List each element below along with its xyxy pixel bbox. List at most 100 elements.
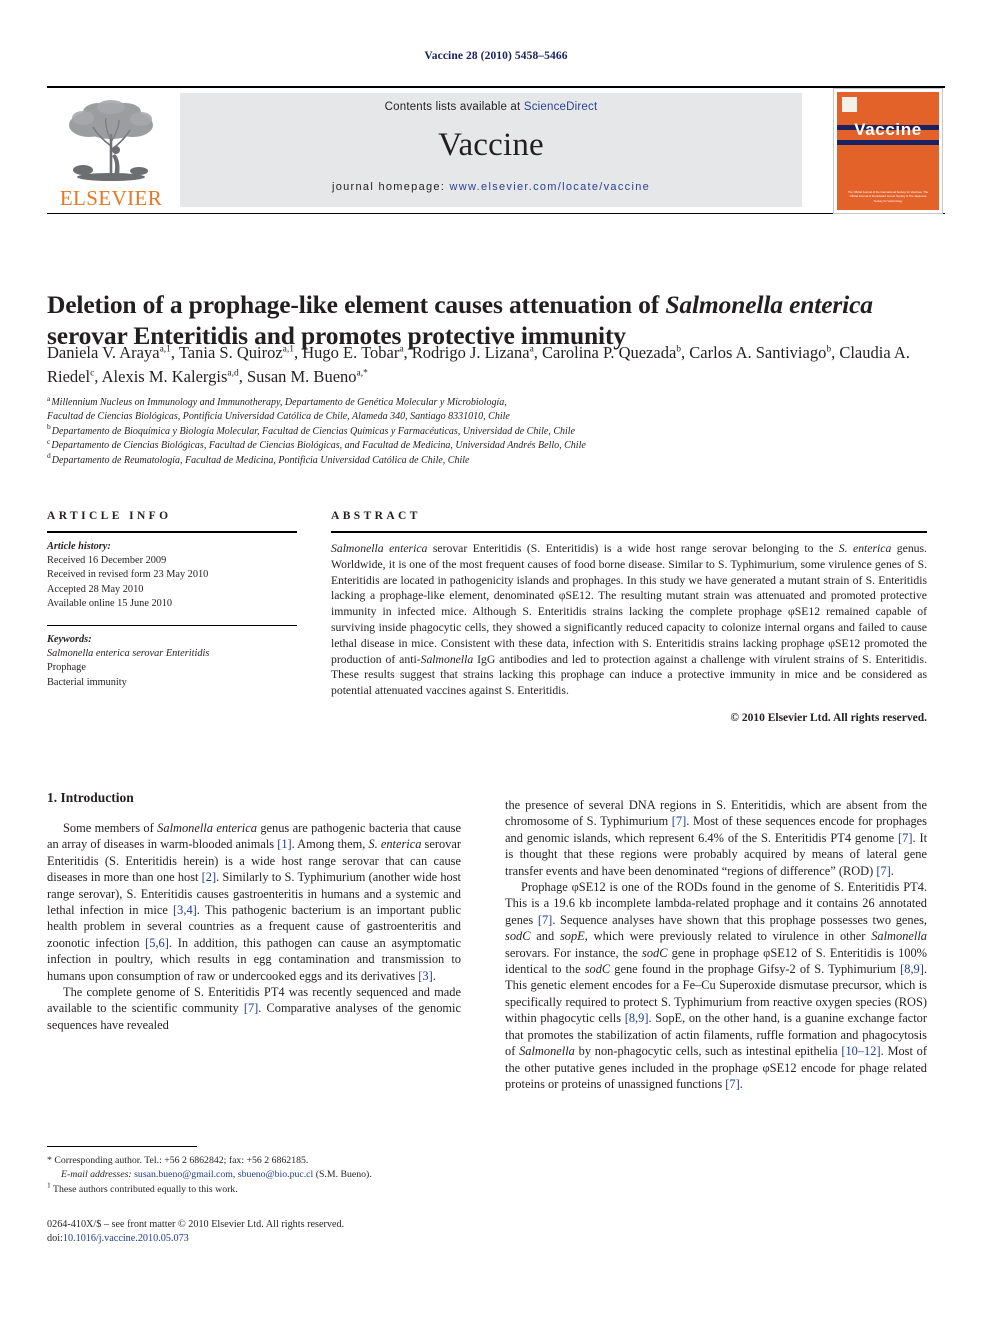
- copyright-line: © 2010 Elsevier Ltd. All rights reserved…: [730, 711, 927, 724]
- affiliation-text: Departamento de Reumatología, Facultad d…: [51, 454, 470, 466]
- affiliation-text: Departamento de Bioquímica y Biología Mo…: [51, 425, 575, 437]
- colophon: 0264-410X/$ – see front matter © 2010 El…: [47, 1218, 461, 1246]
- history-item: Accepted 28 May 2010: [47, 583, 144, 595]
- author-name: Carlos A. Santiviago: [689, 343, 827, 362]
- journal-homepage-link[interactable]: www.elsevier.com/locate/vaccine: [450, 181, 650, 193]
- footnote-mark: 1: [47, 1180, 51, 1190]
- keywords-rule: [47, 625, 297, 627]
- affiliation-item: dDepartamento de Reumatología, Facultad …: [47, 452, 937, 468]
- elsevier-tree-icon: [69, 100, 153, 181]
- history-item: Received 16 December 2009: [47, 555, 167, 567]
- masthead-bottom-rule: [47, 213, 945, 214]
- affiliation-item: cDepartamento de Ciencias Biológicas, Fa…: [47, 438, 937, 453]
- corresponding-author-text: Corresponding author. Tel.: +56 2 686284…: [54, 1155, 309, 1166]
- section-heading-introduction: 1. Introduction: [47, 790, 134, 805]
- keyword-item: Prophage: [47, 662, 86, 674]
- author-affiliation-mark: a,d: [227, 368, 239, 379]
- abstract-text: Salmonella enterica serovar Enteritidis …: [331, 542, 927, 698]
- author-affiliation-mark: a,1: [159, 344, 171, 355]
- keywords-label: Keywords:: [47, 634, 92, 646]
- keyword-text: Salmonella enterica serovar Enteritidis: [47, 648, 210, 660]
- title-part-1: Deletion of a prophage-like element caus…: [47, 290, 666, 320]
- affiliation-text: Departamento de Ciencias Biológicas, Fac…: [51, 440, 586, 452]
- affiliation-item: bDepartamento de Bioquímica y Biología M…: [47, 423, 937, 439]
- author-name: Alexis M. Kalergis: [101, 367, 228, 386]
- doi-line: doi:10.1016/j.vaccine.2010.05.073: [47, 1232, 461, 1246]
- author-entry[interactable]: Carlos A. Santiviagob,: [689, 343, 839, 362]
- abstract-label: ABSTRACT: [331, 510, 421, 522]
- journal-homepage-line: journal homepage: www.elsevier.com/locat…: [180, 181, 802, 193]
- affiliation-item: aMillennium Nucleus on Immunology and Im…: [47, 394, 937, 410]
- author-entry[interactable]: Susan M. Buenoa,*: [247, 367, 368, 386]
- article-info-section: ARTICLE INFO Article history: Received 1…: [47, 510, 297, 690]
- journal-cover-thumbnail: Vaccine The Official Journal of the Inte…: [833, 88, 943, 214]
- author-entry[interactable]: Daniela V. Arayaa,1,: [47, 343, 179, 362]
- journal-title: Vaccine: [438, 127, 544, 163]
- title-italic-organism: Salmonella enterica: [665, 290, 873, 320]
- article-history-block: Article history: Received 16 December 20…: [47, 540, 297, 611]
- cover-band-lower: [837, 140, 939, 145]
- author-entry[interactable]: Alexis M. Kalergisa,d,: [102, 367, 247, 386]
- cover-title: Vaccine: [854, 120, 922, 139]
- author-name: Rodrigo J. Lizana: [411, 343, 530, 362]
- body-column-right: the presence of several DNA regions in S…: [505, 797, 927, 1092]
- footnote-section: * Corresponding author. Tel.: +56 2 6862…: [47, 1154, 461, 1197]
- body-paragraph: Some members of Salmonella enterica genu…: [47, 821, 462, 983]
- footnote-separator: [47, 1146, 197, 1147]
- email-label: E-mail addresses:: [61, 1169, 132, 1181]
- email-link-secondary[interactable]: sbueno@bio.puc.cl: [238, 1169, 313, 1180]
- running-head: Vaccine 28 (2010) 5458–5466: [424, 50, 568, 62]
- body-paragraph: the presence of several DNA regions in S…: [505, 798, 928, 878]
- email-owner: (S.M. Bueno).: [315, 1169, 372, 1181]
- author-entry[interactable]: Carolina P. Quezadab,: [542, 343, 689, 362]
- body-column-left: 1. Introduction Some members of Salmonel…: [47, 790, 461, 1033]
- journal-article-page: Vaccine 28 (2010) 5458–5466 ELSEVIER Con…: [0, 0, 992, 1323]
- keyword-item: Bacterial immunity: [47, 676, 127, 688]
- author-affiliation-mark: a,*: [356, 368, 368, 379]
- contents-prefix: Contents lists available at: [384, 101, 524, 113]
- cover-footer-text: The Official Journal of the Internationa…: [847, 189, 929, 203]
- asterisk-icon: *: [47, 1155, 52, 1166]
- body-paragraph: The complete genome of S. Enteritidis PT…: [47, 985, 461, 1032]
- abstract-section: ABSTRACT Salmonella enterica serovar Ent…: [331, 510, 927, 724]
- sciencedirect-link[interactable]: ScienceDirect: [524, 101, 598, 113]
- masthead-band: Contents lists available at ScienceDirec…: [180, 93, 802, 207]
- author-entry[interactable]: Hugo E. Tobara,: [302, 343, 412, 362]
- author-name: Daniela V. Araya: [47, 343, 160, 362]
- journal-masthead: ELSEVIER Contents lists available at Sci…: [47, 86, 945, 214]
- keywords-block: Keywords: Salmonella enterica serovar En…: [47, 633, 297, 690]
- homepage-prefix: journal homepage:: [331, 181, 450, 193]
- affiliation-text: Facultad de Ciencias Biológicas, Pontifi…: [47, 411, 510, 423]
- cover-background: Vaccine The Official Journal of the Inte…: [837, 92, 939, 210]
- doi-label: doi:: [47, 1233, 63, 1244]
- affiliation-list: aMillennium Nucleus on Immunology and Im…: [47, 394, 937, 468]
- author-name: Tania S. Quiroz: [178, 343, 283, 362]
- author-name: Hugo E. Tobar: [302, 343, 400, 362]
- history-item: Received in revised form 23 May 2010: [47, 569, 209, 581]
- footnote-equal-contribution: 1 These authors contributed equally to t…: [47, 1180, 461, 1196]
- elsevier-logo: ELSEVIER: [51, 94, 171, 210]
- footnote-email: E-mail addresses: susan.bueno@gmail.com,…: [61, 1169, 372, 1181]
- author-entry[interactable]: Tania S. Quiroza,1,: [179, 343, 302, 362]
- elsevier-wordmark: ELSEVIER: [59, 186, 163, 210]
- author-name: Carolina P. Quezada: [542, 343, 677, 362]
- doi-link[interactable]: 10.1016/j.vaccine.2010.05.073: [63, 1233, 189, 1244]
- footnote-corresponding-author: * Corresponding author. Tel.: +56 2 6862…: [47, 1154, 461, 1167]
- article-history-label: Article history:: [47, 541, 111, 552]
- email-link-primary[interactable]: susan.bueno@gmail.com: [134, 1169, 233, 1180]
- contents-available-line: Contents lists available at ScienceDirec…: [180, 101, 802, 113]
- author-list: Daniela V. Arayaa,1, Tania S. Quiroza,1,…: [47, 341, 937, 389]
- author-name: Susan M. Bueno: [246, 367, 357, 386]
- history-item: Available online 15 June 2010: [47, 597, 173, 609]
- affiliation-text: Millennium Nucleus on Immunology and Imm…: [51, 397, 507, 408]
- affiliation-item: Facultad de Ciencias Biológicas, Pontifi…: [47, 410, 937, 424]
- author-affiliation-mark: a,1: [282, 344, 294, 355]
- abstract-rule: [331, 531, 927, 533]
- issn-front-matter: 0264-410X/$ – see front matter © 2010 El…: [47, 1219, 345, 1230]
- cover-publisher-mark: [842, 97, 857, 112]
- keyword-item: Salmonella enterica serovar Enteritidis: [47, 647, 297, 661]
- equal-contribution-text: These authors contributed equally to thi…: [53, 1183, 238, 1195]
- author-entry[interactable]: Rodrigo J. Lizanaa,: [412, 343, 542, 362]
- masthead-top-rule: [47, 86, 945, 88]
- body-paragraph: Prophage φSE12 is one of the RODs found …: [505, 880, 928, 1091]
